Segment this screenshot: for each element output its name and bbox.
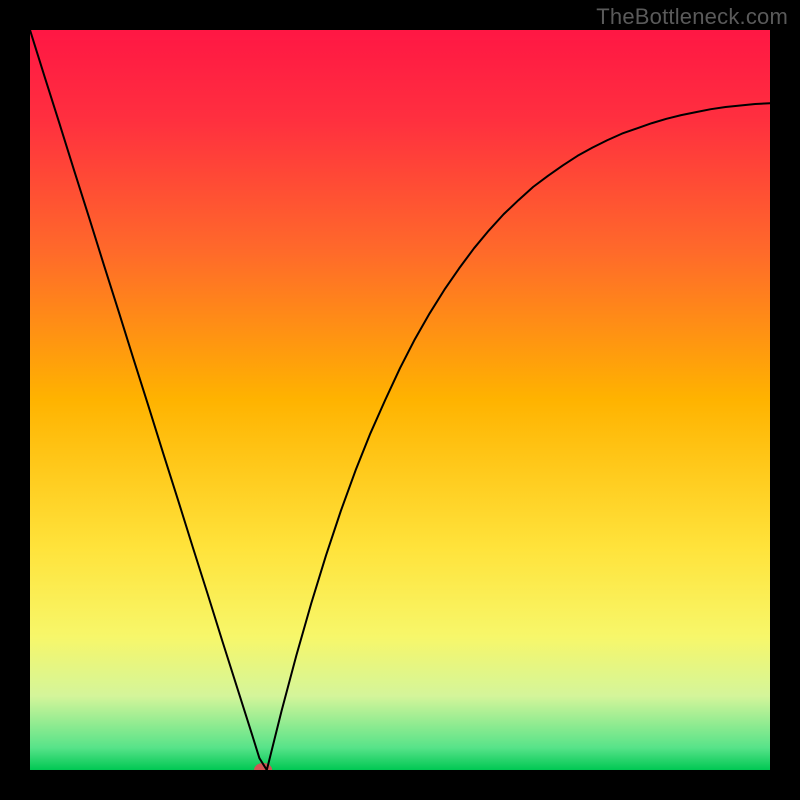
watermark-text: TheBottleneck.com (596, 4, 788, 30)
plot-area (30, 30, 770, 770)
chart-frame: TheBottleneck.com (0, 0, 800, 800)
chart-svg (30, 30, 770, 770)
gradient-background (30, 30, 770, 770)
